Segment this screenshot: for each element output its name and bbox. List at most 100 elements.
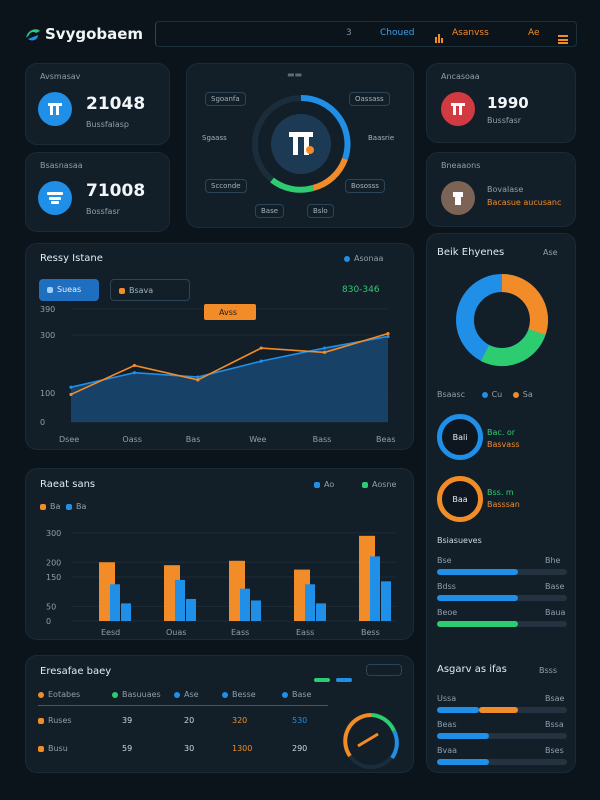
bar-x-tick: Ouas — [166, 628, 186, 637]
ring-button-1[interactable]: Base — [255, 204, 285, 218]
bar-y-tick: 50 — [46, 602, 56, 611]
progress-value: Bsae — [545, 694, 565, 703]
ring-tag-2[interactable]: Oassass — [349, 92, 390, 106]
bar-x-tick: Eass — [296, 628, 314, 637]
line-chart-card[interactable]: Ressy Istane Asonaa Sueas Bsava 830-346 … — [25, 243, 414, 450]
table-header[interactable]: Basuuaes — [112, 690, 161, 699]
progress-value: Bssa — [545, 720, 564, 729]
progress-track — [437, 595, 567, 601]
nav-item-2[interactable]: Asanvss — [452, 28, 489, 38]
nav-search[interactable]: Choued — [380, 28, 414, 38]
table-gauge-graphic — [343, 713, 399, 769]
progress-fill — [437, 595, 518, 601]
progress-value: Bhe — [545, 556, 561, 565]
bar-chart-card[interactable]: Raeat sans Ao Aosne Ba Ba 300 200 150 50 0 Ee… — [25, 468, 414, 640]
ring-badge-1-line2: Basvass — [487, 440, 520, 449]
progress-label: Bvaa — [437, 746, 458, 755]
table-toggle-icon[interactable] — [314, 668, 354, 682]
bar-x-tick: Bess — [361, 628, 380, 637]
table-header[interactable]: Besse — [222, 690, 256, 699]
line-point — [132, 363, 136, 368]
table-row[interactable] — [38, 741, 328, 759]
table-cell: Busu — [38, 744, 68, 753]
line-point — [132, 371, 136, 375]
line-point — [323, 346, 327, 350]
line-point — [69, 392, 73, 397]
progress-fill — [478, 707, 518, 713]
table-title: Eresafae baey — [40, 666, 112, 677]
donut-pct: Ase — [543, 248, 558, 257]
ring-overview-card[interactable]: ▬▬ Sgoanfa Oassass Sgaass Baasrie Sccond… — [186, 63, 414, 228]
progress-track — [437, 621, 567, 627]
bar — [316, 603, 326, 621]
ring-button-2[interactable]: Bslo — [307, 204, 334, 218]
table-cell: 290 — [292, 744, 308, 753]
stat-card-2[interactable]: Bsasnasaa 71008 Bossfasr — [25, 152, 170, 232]
ring-badge-2[interactable]: Baa — [437, 476, 483, 522]
bar — [175, 579, 185, 621]
ring-tag-4[interactable]: Baasrie — [363, 132, 399, 144]
stat-sub-2: Bacasue aucusanc — [487, 198, 562, 207]
ring-tag-1[interactable]: Sgoanfa — [205, 92, 246, 106]
nav-chart-icon[interactable] — [434, 28, 444, 43]
line-point — [323, 350, 327, 354]
ring-tag-3[interactable]: Sgaass — [197, 132, 232, 144]
table-cell: 30 — [184, 744, 195, 753]
progress-label: Beoe — [437, 608, 458, 617]
table-header[interactable]: Eotabes — [38, 690, 80, 699]
progress-track — [437, 707, 567, 713]
bar — [305, 584, 315, 621]
table-row[interactable] — [38, 713, 328, 731]
bar — [240, 588, 250, 621]
ring-badge-1[interactable]: Bali — [437, 414, 483, 460]
stat-label: Avsmasav — [40, 72, 81, 81]
stat-value: 21048 — [86, 94, 146, 114]
stat-2-icon — [38, 181, 72, 215]
progress-fill — [437, 733, 489, 739]
nav-item-3[interactable]: Ae — [528, 28, 540, 38]
table-header[interactable]: Base — [282, 690, 311, 699]
stat-sub: Bossfasr — [86, 207, 120, 216]
donut-legend: Bsaasc Cu Sa — [437, 390, 533, 399]
stat-label: Ancasoaa — [441, 72, 480, 81]
line-x-tick: Wee — [249, 435, 266, 444]
table-divider — [38, 705, 328, 706]
table-filter-button[interactable] — [366, 664, 402, 676]
stat-card-3[interactable]: Ancasoaa 1990 Bussfasr — [426, 63, 576, 143]
bar — [186, 598, 196, 621]
progress-label: Ussa — [437, 694, 457, 703]
stat-value: 1990 — [487, 94, 529, 112]
ring-badge-2-line2: Basssan — [487, 500, 520, 509]
line-y-tick: 100 — [40, 389, 55, 398]
line-point — [259, 346, 263, 350]
progress-label: Beas — [437, 720, 457, 729]
progress-track — [437, 733, 567, 739]
bar — [381, 581, 391, 621]
line-x-tick: Oass — [122, 435, 142, 444]
right-panel: Beik Ehyenes Ase Bsaasc Cu Sa Bali Bac. … — [426, 233, 576, 773]
progress-2-tag: Bsss — [539, 666, 557, 675]
progress-fill — [437, 707, 479, 713]
bar-chart-plot: 300 200 150 50 0 Eesd Ouas Eass Eass Bess — [46, 529, 396, 637]
line-point — [69, 385, 73, 389]
top-bar: Svygobaem 3 Choued Asanvss Ae — [0, 0, 600, 60]
line-x-tick: Bas — [186, 435, 201, 444]
ring-tag-5[interactable]: Scconde — [205, 179, 247, 193]
table-cell: 530 — [292, 716, 308, 725]
table-header[interactable]: Ase — [174, 690, 199, 699]
stat-card-4[interactable]: Bneaaons Bovalase Bacasue aucusanc — [426, 152, 576, 227]
table-cell: 320 — [232, 716, 248, 725]
stat-label: Bsasnasaa — [40, 161, 83, 170]
line-y-tick: 300 — [40, 331, 55, 340]
bar — [251, 600, 261, 621]
nav-menu-icon[interactable] — [558, 29, 568, 44]
table-cell: 1300 — [232, 744, 253, 753]
bar — [121, 603, 131, 621]
ring-tag-6[interactable]: Bososss — [345, 179, 385, 193]
table-card[interactable]: Eresafae baey Eotabes Basuuaes Ase Besse Bas… — [25, 655, 414, 773]
table-cell: Ruses — [38, 716, 72, 725]
stat-card-1[interactable]: Avsmasav 21048 Bussfalasp — [25, 63, 170, 145]
line-highlight-label: Avss — [219, 308, 237, 317]
progress-fill — [437, 621, 518, 627]
brand-logo-icon — [24, 26, 42, 42]
